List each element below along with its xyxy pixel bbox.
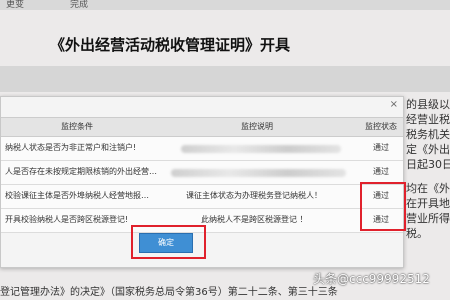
table-header: 监控条件 监控说明 监控状态 xyxy=(1,117,403,137)
ok-button[interactable]: 确定 xyxy=(139,233,193,253)
tab-complete[interactable]: 完成 xyxy=(70,0,88,10)
header-band xyxy=(0,66,450,92)
row-condition: 纳税人状态是否为非正常户和注销户! xyxy=(5,143,137,152)
table-row: 纳税人状态是否为非正常户和注销户! 通过 xyxy=(1,137,403,161)
row-description: 课征主体状态为办理税务登记纳税人！ xyxy=(186,191,322,200)
right-text-9: 税。 xyxy=(406,227,428,240)
row-status: 通过 xyxy=(373,143,389,152)
bottom-text-line: 登记管理办法》的决定》（国家税务总局令第36号）第二十二条、第三十三条 xyxy=(0,287,338,298)
row-condition: 人是否存在未按规定期限核销的外出经营… xyxy=(5,167,157,176)
right-text-3: 税务机关 xyxy=(406,128,450,141)
row-status: 通过 xyxy=(373,167,389,176)
tab-change[interactable]: 更变 xyxy=(6,0,24,10)
right-text-1: 的县级以 xyxy=(406,98,450,111)
right-text-5: 日起30日 xyxy=(406,158,450,171)
right-text-6: 均在《外出 xyxy=(406,182,450,195)
watermark: 头条@ccc99992512 xyxy=(313,272,430,286)
close-icon[interactable]: × xyxy=(390,99,398,110)
row-description: 此纳税人不是跨区税源登记 ！ xyxy=(201,215,308,224)
col-status: 监控状态 xyxy=(365,122,397,131)
col-condition: 监控条件 xyxy=(61,122,93,131)
row-condition: 校验课征主体是否外埠纳税人经营地报… xyxy=(5,191,149,200)
redacted-text xyxy=(171,169,346,177)
table-row: 校验课征主体是否外埠纳税人经营地报… 课征主体状态为办理税务登记纳税人！ 通过 xyxy=(1,185,403,209)
right-text-4: 定《外出 xyxy=(406,143,450,156)
right-text-8: 营业所得 xyxy=(406,212,450,225)
redacted-text xyxy=(181,145,341,153)
page-title: 《外出经营活动税收管理证明》开具 xyxy=(50,36,291,54)
status-highlight-box xyxy=(360,182,406,231)
top-strip: 更变 完成 xyxy=(0,0,450,10)
right-text-7: 在开具地 xyxy=(406,197,450,210)
table-row: 人是否存在未按规定期限核销的外出经营… 通过 xyxy=(1,161,403,185)
col-description: 监控说明 xyxy=(241,122,273,131)
right-text-2: 经营业税 xyxy=(406,113,450,126)
